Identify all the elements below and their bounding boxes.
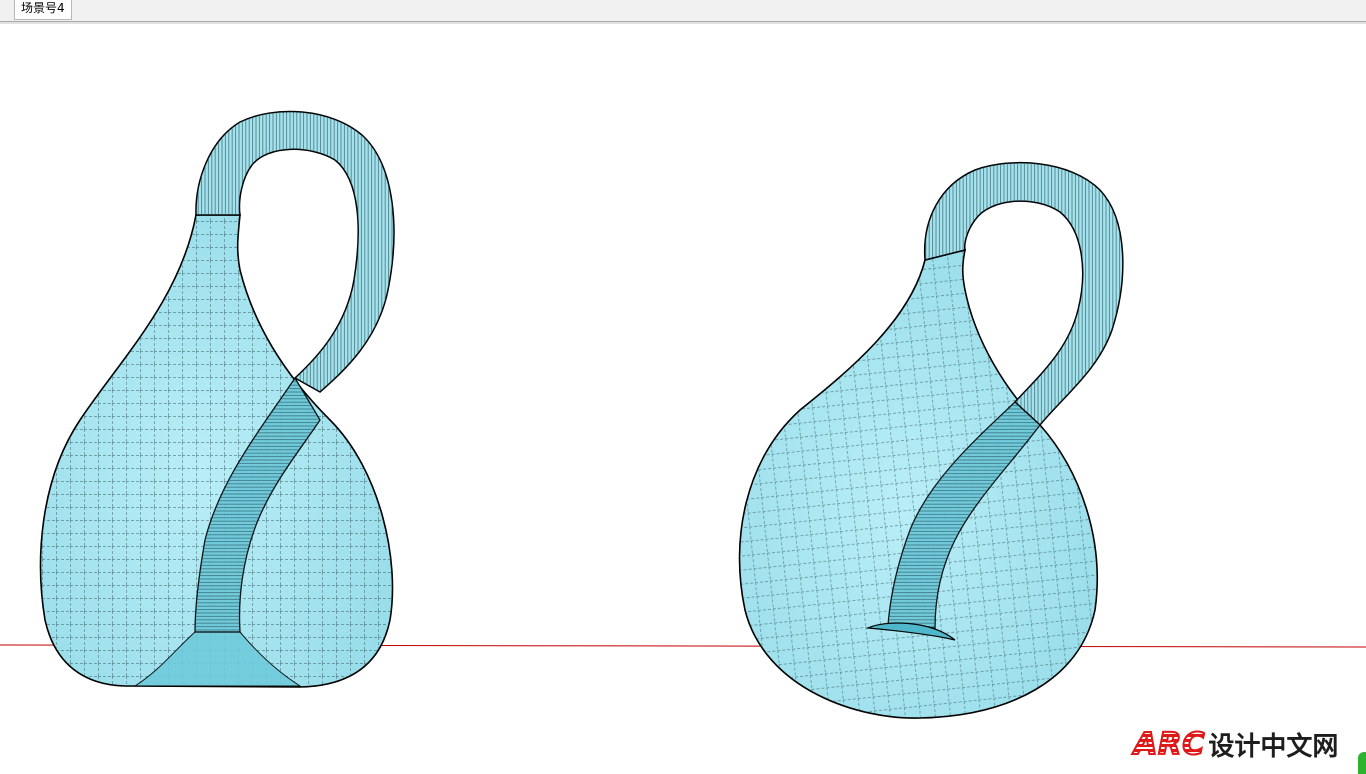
bottle-mesh <box>739 250 1098 719</box>
site-watermark: ARC 设计中文网 <box>1133 726 1339 763</box>
corner-indicator-icon <box>1358 752 1366 774</box>
scene-tab-4[interactable]: 场景号4 <box>14 0 72 20</box>
arc-logo: ARC <box>1133 726 1206 763</box>
watermark-site-name: 设计中文网 <box>1208 731 1339 762</box>
klein-bottle-right[interactable] <box>738 161 1124 719</box>
modeling-viewport[interactable] <box>0 24 1366 774</box>
klein-bottle-left[interactable] <box>39 110 395 688</box>
scene-tab-bar: 场景号4 <box>0 0 1366 22</box>
